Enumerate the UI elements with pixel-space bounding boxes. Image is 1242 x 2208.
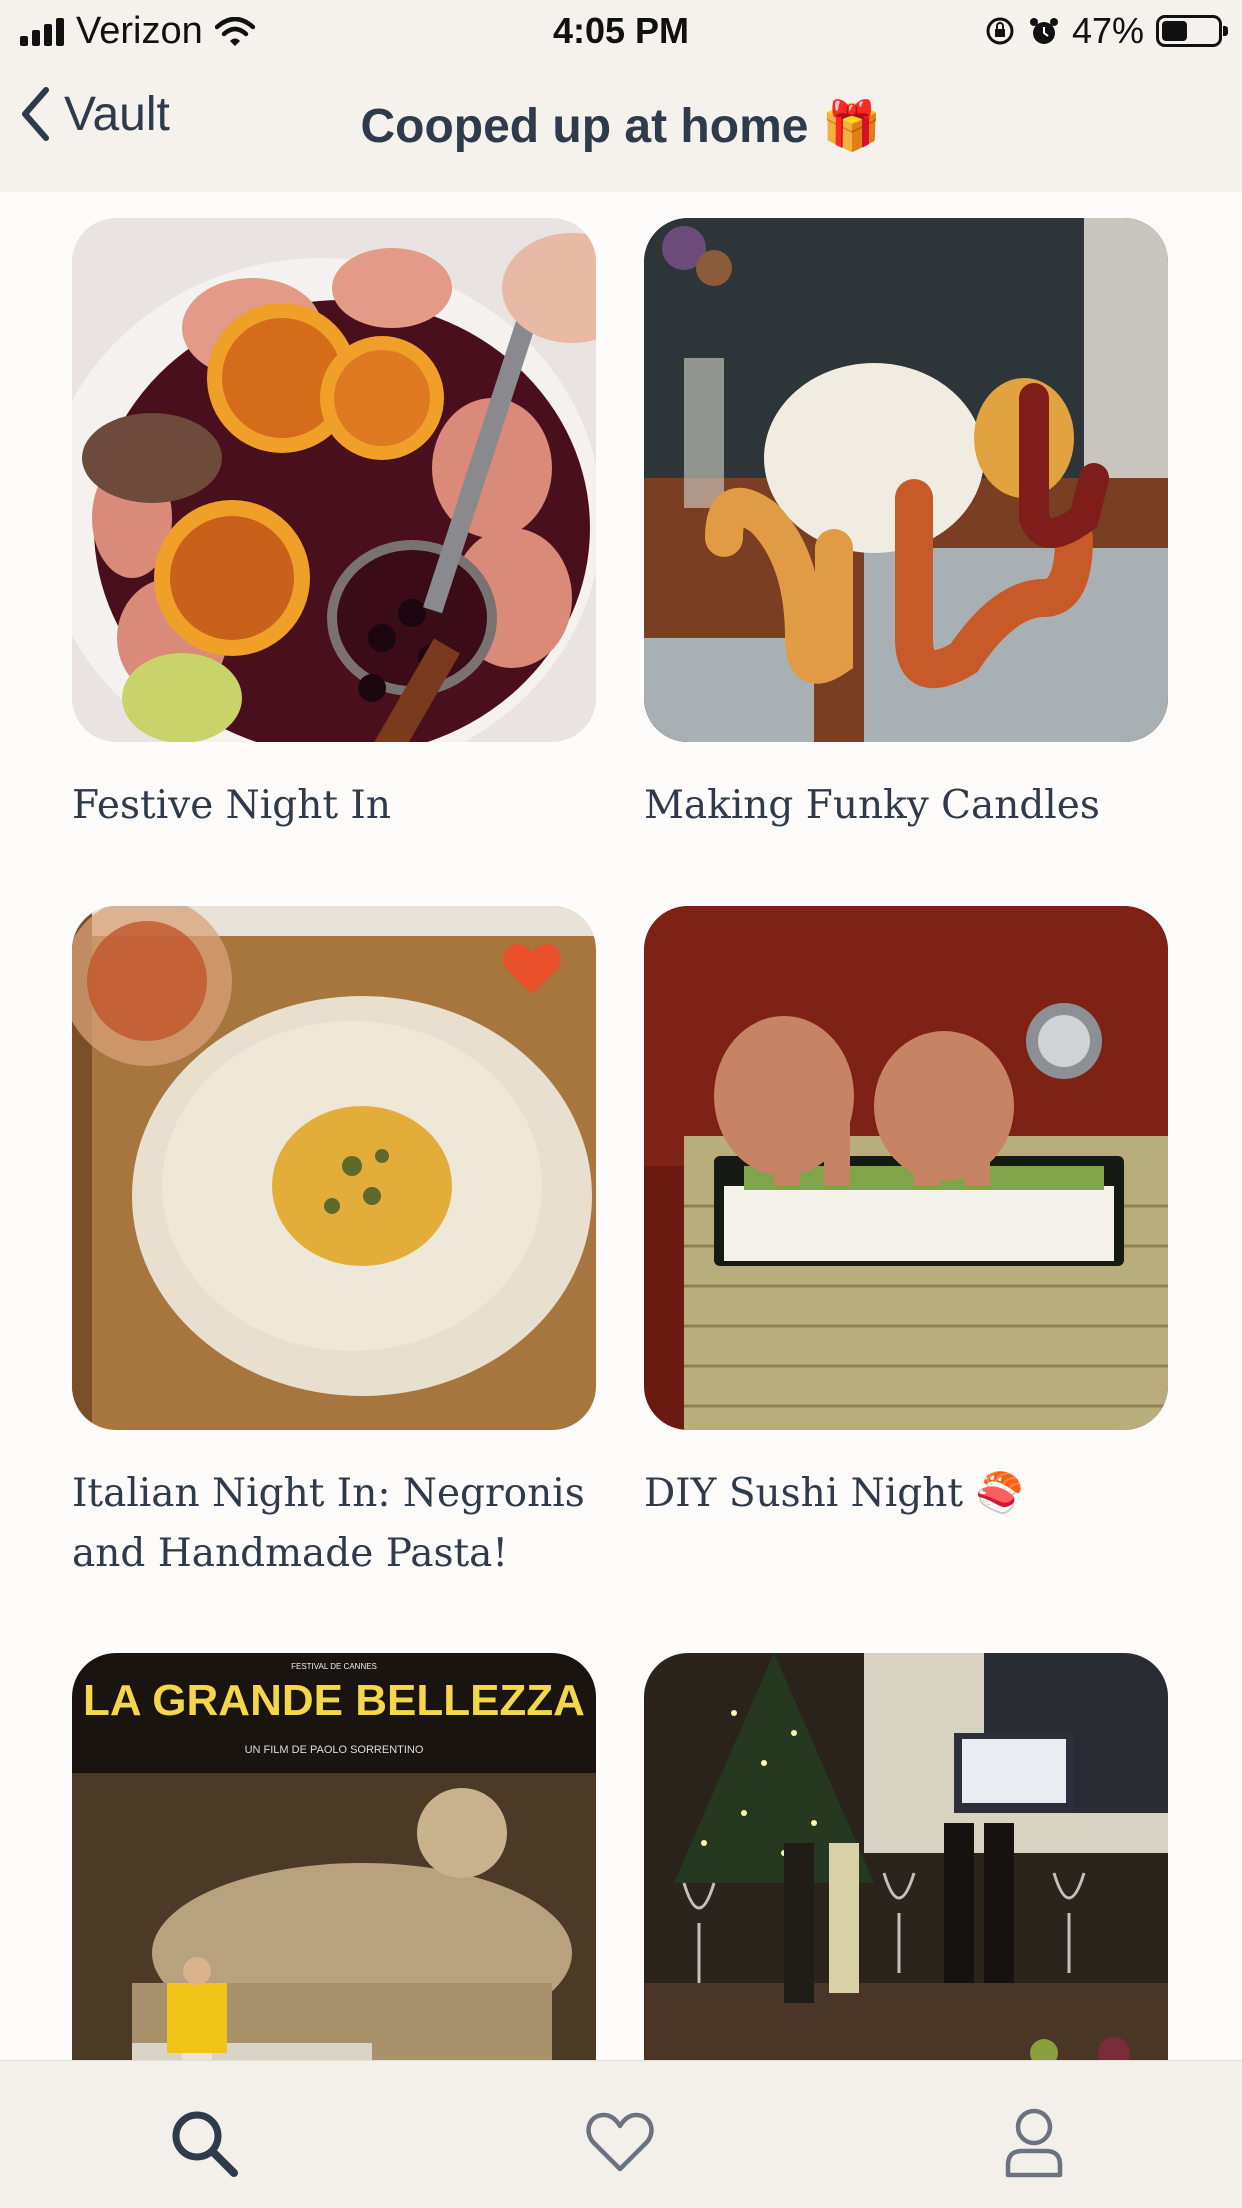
- favorite-heart-icon[interactable]: [502, 942, 562, 996]
- battery-icon: [1156, 15, 1228, 47]
- search-icon: [172, 2111, 238, 2177]
- card-image-sushi: [644, 906, 1168, 1430]
- poster-festival-text: FESTIVAL DE CANNES: [291, 1662, 377, 1671]
- card-image-mulled-wine: [72, 218, 596, 742]
- tab-bar: [0, 2060, 1242, 2208]
- page-title: Cooped up at home 🎁: [360, 100, 882, 153]
- navigation-bar: Vault Cooped up at home 🎁: [0, 62, 1242, 192]
- tab-profile[interactable]: [994, 2103, 1074, 2183]
- user-icon: [1005, 2108, 1063, 2178]
- collection-card-diy-sushi-night[interactable]: DIY Sushi Night 🍣: [644, 906, 1168, 1524]
- status-bar: Verizon 4:05 PM 47%: [0, 0, 1242, 62]
- poster-credit-text: UN FILM DE PAOLO SORRENTINO: [245, 1744, 424, 1756]
- tab-search[interactable]: [164, 2103, 244, 2183]
- collection-card-festive-night-in[interactable]: Festive Night In: [72, 218, 596, 836]
- card-image-candles: [644, 218, 1168, 742]
- card-title: Italian Night In: Negronis and Handmade …: [72, 1471, 585, 1576]
- rotation-lock-icon: [986, 17, 1014, 45]
- card-title: DIY Sushi Night 🍣: [644, 1471, 1024, 1516]
- card-image-pasta-flour: [72, 906, 596, 1430]
- alarm-icon: [1029, 18, 1058, 44]
- tab-favorites[interactable]: [580, 2103, 660, 2183]
- collection-card-funky-candles[interactable]: Making Funky Candles: [644, 218, 1168, 836]
- collection-card-italian-night-in[interactable]: Italian Night In: Negronis and Handmade …: [72, 906, 596, 1584]
- status-right: 47%: [984, 10, 1228, 52]
- battery-percent: 47%: [1071, 10, 1144, 51]
- card-title: Making Funky Candles: [644, 783, 1100, 828]
- poster-title-text: LA GRANDE BELLEZZA: [83, 1676, 585, 1725]
- card-title: Festive Night In: [72, 783, 391, 828]
- battery-fill: [1162, 21, 1187, 41]
- heart-icon: [586, 2112, 654, 2172]
